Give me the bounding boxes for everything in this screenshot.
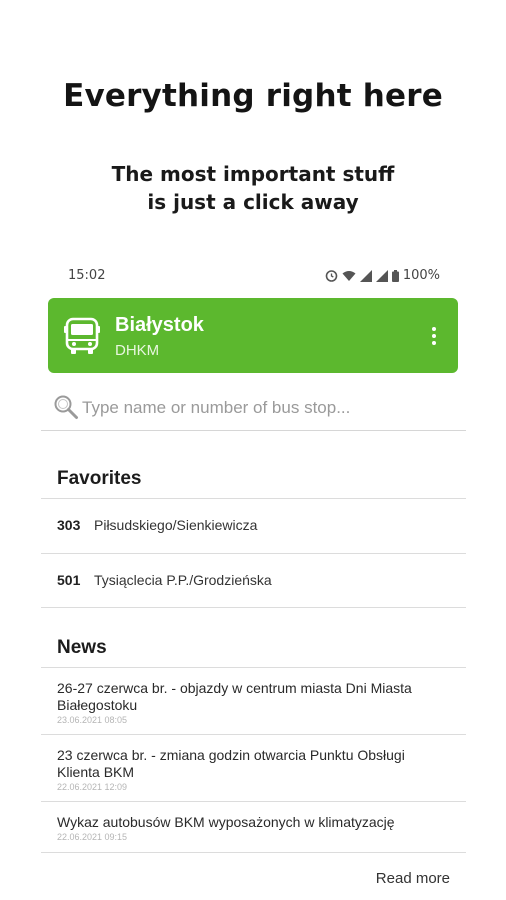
favorites-title: Favorites [57, 468, 142, 489]
more-dot [432, 334, 436, 338]
favorite-stop-501[interactable]: 501 Tysiąclecia P.P./Grodzieńska [41, 554, 466, 608]
search-icon [54, 395, 78, 419]
stop-name: Tysiąclecia P.P./Grodzieńska [94, 572, 272, 588]
app-header: Białystok DHKM [48, 298, 458, 373]
search-input[interactable] [82, 396, 452, 420]
news-title: News [57, 637, 107, 658]
signal-icon [359, 269, 372, 282]
operator-name: DHKM [115, 342, 160, 359]
news-item-date: 22.06.2021 09:15 [57, 832, 128, 842]
divider [41, 607, 466, 608]
wifi-icon [342, 270, 356, 281]
city-name: Białystok [115, 314, 204, 336]
stop-number: 303 [57, 517, 81, 533]
promo-subtitle: The most important stuff is just a click… [0, 160, 506, 216]
news-item[interactable]: Wykaz autobusów BKM wyposażonych w klima… [41, 802, 466, 852]
news-item-date: 23.06.2021 08:05 [57, 715, 128, 725]
stop-name: Piłsudskiego/Sienkiewicza [94, 517, 258, 533]
stop-number: 501 [57, 572, 81, 588]
battery-icon [391, 269, 399, 282]
bus-icon [64, 317, 100, 354]
news-item-title: Wykaz autobusów BKM wyposażonych w klima… [57, 814, 395, 830]
alarm-icon [325, 270, 338, 282]
status-time: 15:02 [68, 268, 106, 283]
promo-title: Everything right here [63, 78, 443, 114]
status-icons: 100% [325, 268, 440, 283]
divider [41, 852, 466, 853]
more-options-button[interactable] [422, 320, 446, 352]
more-dot [432, 327, 436, 331]
more-dot [432, 341, 436, 345]
favorite-stop-303[interactable]: 303 Piłsudskiego/Sienkiewicza [41, 499, 466, 553]
promo-subtitle-line2: is just a click away [147, 190, 359, 214]
news-item[interactable]: 26-27 czerwca br. - objazdy w centrum mi… [41, 668, 466, 734]
read-more-link[interactable]: Read more [376, 870, 450, 887]
status-bar: 15:02 100% [68, 266, 440, 286]
battery-percent: 100% [402, 268, 440, 283]
news-item[interactable]: 23 czerwca br. - zmiana godzin otwarcia … [41, 735, 466, 801]
signal-secondary-icon [375, 269, 388, 282]
promo-subtitle-line1: The most important stuff [111, 162, 395, 186]
news-item-date: 22.06.2021 12:09 [57, 782, 128, 792]
news-item-title: 26-27 czerwca br. - objazdy w centrum mi… [57, 680, 412, 713]
news-item-title: 23 czerwca br. - zmiana godzin otwarcia … [57, 747, 405, 780]
search-bar[interactable] [41, 388, 466, 431]
